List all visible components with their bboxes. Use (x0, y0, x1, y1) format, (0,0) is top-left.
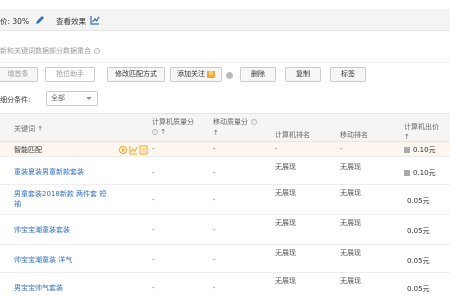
table-row[interactable]: 男童套装2018新款 两件套 短袖 - - 无展现 无展现 0.05元 (0, 185, 450, 215)
mobile-quality-cell: - (213, 226, 216, 234)
toolbar: 增首条 抢位助手 修改匹配方式 添加关注新 删除 复制 标签 (0, 62, 450, 86)
bid-cell[interactable]: 0.05元 (407, 196, 430, 206)
bid-cell[interactable]: 0.05元 (407, 226, 430, 236)
view-effect-link[interactable]: 查看效果 (56, 16, 86, 27)
chevron-down-icon (86, 97, 92, 100)
notice-text: 新和关键词数据部分数据重合? (0, 47, 100, 55)
pc-rank-cell: 无展现 (275, 163, 296, 171)
bid-cell[interactable]: 0.05元 (407, 256, 430, 266)
bid-assistant-button[interactable]: 抢位助手 (45, 67, 95, 82)
table-row[interactable]: 帅宝宝潮童装 洋气 - - 无展现 无展现 0.05元 (0, 245, 450, 273)
header-pc-bid-sort[interactable]: ↑ (404, 133, 410, 141)
bid-cell[interactable]: 0.10元 (404, 168, 436, 178)
header-mobile-rank[interactable]: 移动排名 (340, 130, 368, 140)
keyword-cell[interactable]: 男宝宝帅气套装 (14, 283, 63, 293)
header-keyword[interactable]: 关键词 ↑ (14, 124, 43, 134)
price-label: 价: 30% (0, 17, 30, 26)
mobile-quality-cell: - (213, 169, 216, 177)
mobile-rank-cell: 无展现 (340, 163, 361, 171)
header-mobile-quality[interactable]: 移动质量分? (213, 117, 257, 127)
help-icon[interactable]: ? (94, 48, 100, 54)
pc-quality-cell: - (152, 256, 155, 264)
checkbox-icon[interactable] (404, 170, 410, 176)
mobile-quality-cell: - (213, 284, 216, 292)
pc-quality-cell: - (152, 169, 155, 177)
table-row[interactable]: 童装夏装男童新款套装 - - 无展现 无展现 0.10元 (0, 157, 450, 185)
smart-match-icons[interactable] (119, 145, 149, 155)
mobile-rank-cell: - (340, 145, 343, 153)
mobile-quality-cell: - (213, 196, 216, 204)
pc-quality-cell: - (152, 196, 155, 204)
mobile-rank-cell: 无展现 (340, 219, 361, 227)
pencil-icon[interactable] (35, 15, 45, 25)
pc-rank-cell: 无展现 (275, 219, 296, 227)
bid-cell[interactable]: 0.05元 (407, 284, 430, 294)
pc-quality-cell: - (152, 284, 155, 292)
pc-rank-cell: - (275, 145, 278, 153)
top-info-bar: 价: 30% 查看效果 (0, 9, 450, 31)
tag-button[interactable]: 标签 (330, 67, 366, 82)
mobile-quality-cell: - (213, 145, 216, 153)
checkbox-icon[interactable] (404, 147, 410, 153)
pc-rank-cell: 无展现 (275, 249, 296, 257)
modify-match-button[interactable]: 修改匹配方式 (107, 67, 165, 82)
chart-icon[interactable] (90, 15, 100, 25)
keyword-cell[interactable]: 帅宝宝潮童装套装 (14, 225, 70, 235)
pc-rank-cell: 无展现 (275, 189, 296, 197)
delete-button[interactable]: 删除 (240, 67, 276, 82)
keyword-cell[interactable]: 童装夏装男童新款套装 (14, 167, 84, 177)
header-pc-rank[interactable]: 计算机排名 (275, 130, 310, 140)
table-row[interactable]: 帅宝宝潮童装套装 - - 无展现 无展现 0.05元 (0, 215, 450, 245)
keyword-cell[interactable]: 帅宝宝潮童装 洋气 (14, 255, 72, 265)
pc-quality-cell: - (152, 226, 155, 234)
first-button[interactable]: 增首条 (0, 67, 38, 82)
keyword-cell[interactable]: 智能匹配 (14, 145, 42, 155)
table-row[interactable]: 智能匹配 - - - - 0.10元 (0, 142, 450, 157)
bid-cell[interactable]: 0.10元 (404, 145, 436, 155)
header-pc-quality-sort[interactable]: ? ↑ (152, 128, 166, 136)
filter-label: 细分条件: (0, 96, 31, 104)
filter-select[interactable]: 全部 (46, 91, 98, 106)
pc-rank-cell: 无展现 (275, 277, 296, 285)
mobile-quality-cell: - (213, 256, 216, 264)
mobile-rank-cell: 无展现 (340, 249, 361, 257)
table-row[interactable]: 男宝宝帅气套装 - - 无展现 无展现 0.05元 (0, 273, 450, 300)
mobile-rank-cell: 无展现 (340, 277, 361, 285)
header-mobile-quality-sort[interactable]: ↑ (213, 129, 219, 137)
pc-quality-cell: - (152, 145, 155, 153)
header-pc-bid[interactable]: 计算机出价 (404, 122, 439, 132)
mobile-rank-cell: 无展现 (340, 189, 361, 197)
status-dot-icon (226, 72, 233, 79)
new-badge: 新 (207, 70, 215, 78)
header-pc-quality[interactable]: 计算机质量分 (152, 117, 194, 127)
add-follow-button[interactable]: 添加关注新 (170, 67, 222, 82)
table-header: 关键词 ↑ 计算机质量分 ? ↑ 移动质量分? ↑ 计算机排名 移动排名 计算机… (0, 113, 450, 142)
copy-button[interactable]: 复制 (285, 67, 321, 82)
keyword-cell[interactable]: 男童套装2018新款 两件套 短袖 (14, 189, 109, 209)
